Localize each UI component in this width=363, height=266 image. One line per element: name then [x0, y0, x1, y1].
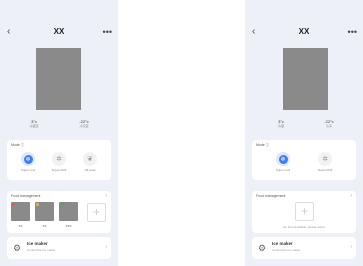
freezer-temp-label: 冷冻: [325, 124, 332, 128]
app-screen-empty-food: ‹ XX ••• 3°c 冷藏 -22°c 冷冻 Mode ⓘ ❄ Super …: [245, 0, 363, 266]
mode-option-super-cool[interactable]: ❄ Super cool: [268, 152, 298, 172]
leaf-icon: ❦: [87, 156, 93, 163]
food-management-card[interactable]: Food management › + No food available, p…: [252, 191, 356, 233]
mode-title-text: Mode: [256, 143, 265, 147]
food-item[interactable]: [11, 202, 30, 221]
mode-circle: ❄: [276, 152, 290, 166]
mode-circle: ❄: [21, 152, 35, 166]
mode-label: Off peak: [84, 168, 96, 172]
add-food-button[interactable]: +: [295, 202, 314, 221]
header: ‹ XX •••: [0, 24, 118, 40]
mode-option-super-frz[interactable]: ✲ Super FRZ: [44, 152, 74, 172]
info-icon[interactable]: ⓘ: [21, 143, 25, 147]
mode-circle: ❦: [83, 152, 97, 166]
fridge-image: [36, 48, 81, 110]
ice-maker-title: Ice maker: [272, 241, 293, 246]
chevron-right-icon[interactable]: ›: [350, 244, 352, 250]
header: ‹ XX •••: [245, 24, 363, 40]
fridge-temp[interactable]: 3°c 冷藏室: [14, 119, 54, 129]
chevron-right-icon[interactable]: ›: [105, 193, 107, 199]
status-dot: [36, 203, 39, 206]
add-food-button[interactable]: +: [87, 203, 106, 222]
snowflake-icon: ❄: [278, 154, 288, 164]
mode-label: Super FRZ: [51, 168, 67, 172]
ice-maker-card[interactable]: ⚙ Ice maker Control the ice maker ›: [252, 237, 356, 259]
fridge-temp-label: 冷藏: [277, 124, 284, 128]
app-screen-with-food: ‹ XX ••• 3°c 冷藏室 -22°c 冷冻室 Mode ⓘ ❄ Supe…: [0, 0, 118, 266]
ice-maker-subtitle: Control the ice maker: [272, 248, 301, 252]
status-dot: [12, 203, 15, 206]
food-management-title: Food management: [11, 194, 41, 198]
food-management-title: Food management: [256, 194, 286, 198]
temperature-row: 3°c 冷藏 -22°c 冷冻: [245, 119, 363, 135]
food-item-label: XX: [42, 224, 47, 228]
food-item[interactable]: [35, 202, 54, 221]
food-item-label: XX: [18, 224, 23, 228]
mode-title: Mode ⓘ: [256, 143, 269, 148]
more-icon[interactable]: •••: [348, 24, 357, 40]
food-item-label: XXX: [65, 224, 72, 228]
ice-maker-card[interactable]: ⚙ Ice maker Control the ice maker ›: [7, 237, 111, 259]
page-title: XX: [53, 27, 65, 36]
temperature-row: 3°c 冷藏室 -22°c 冷冻室: [0, 119, 118, 135]
snowflake-icon: ❄: [23, 154, 33, 164]
mode-title-text: Mode: [11, 143, 20, 147]
fridge-image: [283, 48, 328, 110]
ice-maker-title: Ice maker: [27, 241, 48, 246]
chevron-right-icon[interactable]: ›: [350, 193, 352, 199]
food-item[interactable]: [59, 202, 78, 221]
freezer-temp[interactable]: -22°c 冷冻: [309, 119, 349, 129]
mode-card: Mode ⓘ ❄ Super cool ✲ Super FRZ: [252, 140, 356, 180]
fridge-temp[interactable]: 3°c 冷藏: [261, 119, 301, 129]
mode-option-super-frz[interactable]: ✲ Super FRZ: [310, 152, 340, 172]
food-management-card[interactable]: Food management › XX XX XXX +: [7, 191, 111, 233]
mode-circle: ✲: [318, 152, 332, 166]
mode-circle: ✲: [52, 152, 66, 166]
ice-maker-icon: ⚙: [12, 243, 22, 253]
freezer-temp-label: 冷冻室: [79, 124, 89, 128]
mode-label: Super cool: [275, 168, 291, 172]
mode-label: Super FRZ: [317, 168, 333, 172]
info-icon[interactable]: ⓘ: [266, 143, 270, 147]
status-dot: [60, 203, 63, 206]
fridge-temp-label: 冷藏室: [29, 124, 39, 128]
mode-option-off-peak[interactable]: ❦ Off peak: [75, 152, 105, 172]
mode-label: Super cool: [20, 168, 36, 172]
mode-title: Mode ⓘ: [11, 143, 24, 148]
page-title: XX: [298, 27, 310, 36]
chevron-right-icon[interactable]: ›: [105, 244, 107, 250]
mode-option-super-cool[interactable]: ❄ Super cool: [13, 152, 43, 172]
more-icon[interactable]: •••: [103, 24, 112, 40]
ice-maker-subtitle: Control the ice maker: [27, 248, 56, 252]
mode-card: Mode ⓘ ❄ Super cool ✲ Super FRZ ❦ Off pe…: [7, 140, 111, 180]
freezer-temp[interactable]: -22°c 冷冻室: [64, 119, 104, 129]
freeze-icon: ✲: [56, 156, 62, 163]
empty-food-message: No food available, please add it: [283, 225, 325, 229]
ice-maker-icon: ⚙: [257, 243, 267, 253]
freeze-icon: ✲: [322, 156, 328, 163]
